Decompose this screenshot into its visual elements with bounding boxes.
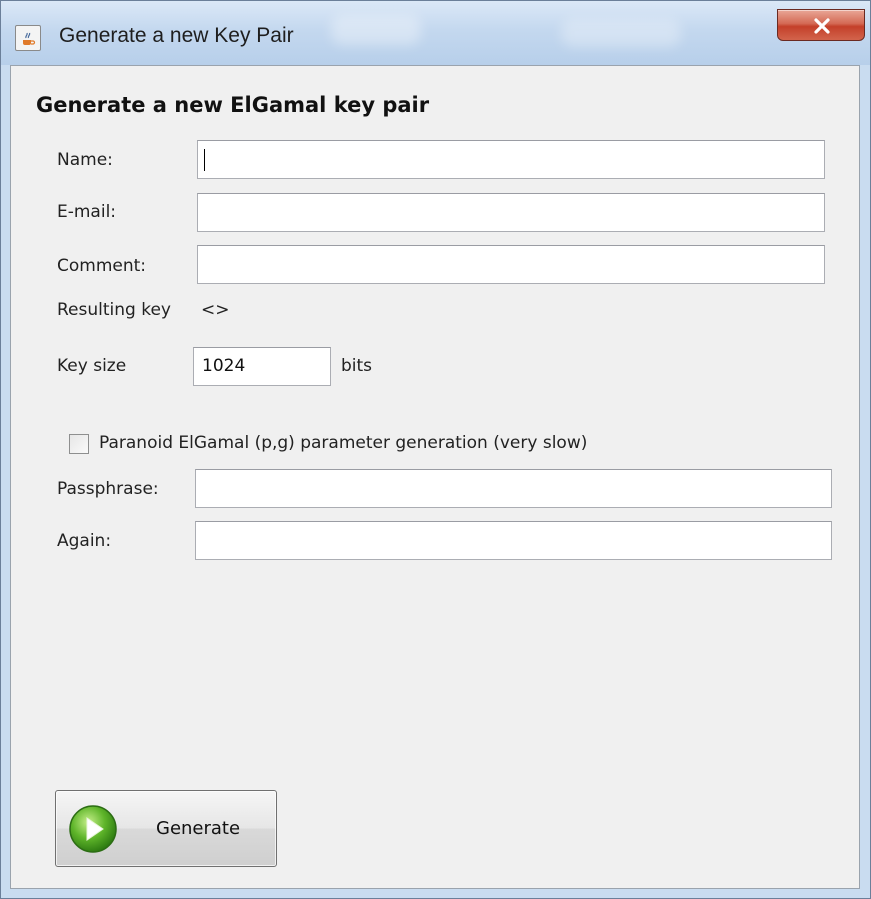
paranoid-label[interactable]: Paranoid ElGamal (p,g) parameter generat… <box>99 433 587 453</box>
generate-button-label: Generate <box>156 818 241 839</box>
passphrase-field[interactable] <box>195 469 832 508</box>
email-label: E-mail: <box>57 202 117 222</box>
form-heading: Generate a new ElGamal key pair <box>36 93 430 117</box>
window-title: Generate a new Key Pair <box>59 24 294 47</box>
green-play-icon <box>69 805 117 853</box>
email-field[interactable] <box>197 193 825 232</box>
close-button[interactable] <box>777 9 865 41</box>
key-size-label: Key size <box>57 356 127 376</box>
resulting-key-label: Resulting key <box>57 300 171 320</box>
comment-field[interactable] <box>197 245 825 284</box>
name-field[interactable] <box>197 140 825 179</box>
name-label: Name: <box>57 150 113 170</box>
dialog-content: Generate a new ElGamal key pair Name: E-… <box>10 65 860 889</box>
dialog-window: Generate a new Key Pair Generate a new E… <box>0 0 871 899</box>
resulting-key-value: <> <box>201 300 230 320</box>
again-label: Again: <box>57 531 112 551</box>
title-bar[interactable]: Generate a new Key Pair <box>1 1 870 65</box>
comment-label: Comment: <box>57 256 147 276</box>
paranoid-checkbox[interactable] <box>69 434 89 454</box>
generate-button[interactable]: Generate <box>55 790 277 867</box>
again-field[interactable] <box>195 521 832 560</box>
key-size-unit: bits <box>341 356 373 376</box>
java-cup-icon <box>15 25 41 51</box>
close-icon <box>814 18 830 34</box>
passphrase-label: Passphrase: <box>57 479 159 499</box>
text-caret <box>204 149 205 171</box>
key-size-field[interactable]: 1024 <box>193 347 331 386</box>
